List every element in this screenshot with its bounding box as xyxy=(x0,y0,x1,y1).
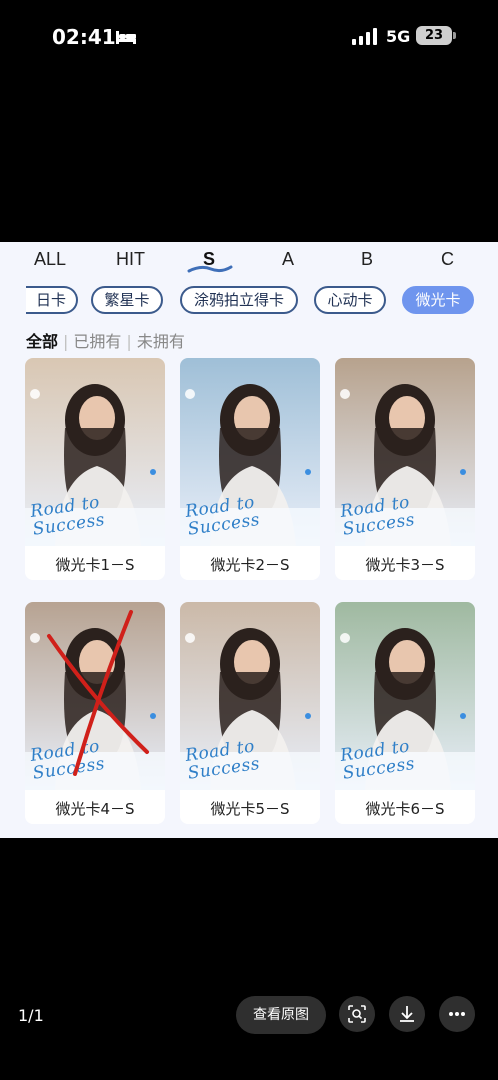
download-button[interactable] xyxy=(389,996,425,1032)
tab-a[interactable]: A xyxy=(282,249,294,270)
photo-card[interactable]: Road to Success 微光卡6－S xyxy=(335,602,475,824)
status-time: 02:41 xyxy=(52,25,116,49)
network-label: 5G xyxy=(386,27,411,46)
chip-birthday[interactable]: 日卡 xyxy=(26,286,78,314)
active-tab-indicator xyxy=(187,265,233,273)
tab-c[interactable]: C xyxy=(441,249,454,270)
chip-heartbeat[interactable]: 心动卡 xyxy=(314,286,386,314)
rarity-tabs: ALL HIT S A B C xyxy=(0,242,498,282)
photo-card[interactable]: Road to Success 微光卡3－S xyxy=(335,358,475,580)
card-photo: Road to Success xyxy=(180,602,320,790)
card-collection-panel: ALL HIT S A B C 日卡 繁星卡 涂鸦拍立得卡 心动卡 微光卡 全部… xyxy=(0,242,498,838)
card-label: 微光卡1－S xyxy=(55,556,135,574)
more-button[interactable] xyxy=(439,996,475,1032)
card-photo: Road to Success xyxy=(25,602,165,790)
lens-search-button[interactable] xyxy=(339,996,375,1032)
card-photo: Road to Success xyxy=(335,358,475,546)
image-counter: 1/1 xyxy=(18,1006,44,1025)
filter-owned[interactable]: 已拥有 xyxy=(73,328,121,352)
card-label: 微光卡2－S xyxy=(210,556,290,574)
chip-glimmer[interactable]: 微光卡 xyxy=(402,286,474,314)
ownership-filters: 全部 | 已拥有 | 未拥有 xyxy=(26,328,185,352)
card-photo: Road to Success xyxy=(25,358,165,546)
cross-out-mark xyxy=(47,610,149,776)
view-original-button[interactable]: 查看原图 xyxy=(236,996,326,1034)
photo-card[interactable]: Road to Success 微光卡2－S xyxy=(180,358,320,580)
card-label: 微光卡4－S xyxy=(55,800,135,818)
tab-all[interactable]: ALL xyxy=(34,249,66,270)
lens-search-icon xyxy=(348,1005,366,1023)
photo-card[interactable]: Road to Success 微光卡5－S xyxy=(180,602,320,824)
signal-icon xyxy=(352,28,377,45)
card-type-chips: 日卡 繁星卡 涂鸦拍立得卡 心动卡 微光卡 xyxy=(0,286,498,316)
card-label: 微光卡6－S xyxy=(365,800,445,818)
filter-not-owned[interactable]: 未拥有 xyxy=(137,328,185,352)
battery-tip xyxy=(453,32,456,39)
filter-all[interactable]: 全部 xyxy=(26,328,58,352)
status-bar: 02:41 5G 23 xyxy=(0,0,498,74)
tab-b[interactable]: B xyxy=(361,249,373,270)
download-icon xyxy=(400,1006,414,1022)
card-label: 微光卡5－S xyxy=(210,800,290,818)
card-photo: Road to Success xyxy=(180,358,320,546)
divider: | xyxy=(126,332,132,351)
card-label: 微光卡3－S xyxy=(365,556,445,574)
tab-hit[interactable]: HIT xyxy=(116,249,145,270)
photo-card[interactable]: Road to Success 微光卡4－S xyxy=(25,602,165,824)
photo-card[interactable]: Road to Success 微光卡1－S xyxy=(25,358,165,580)
card-photo: Road to Success xyxy=(335,602,475,790)
battery-indicator: 23 xyxy=(416,26,452,45)
bed-icon xyxy=(116,31,136,44)
chip-starry[interactable]: 繁星卡 xyxy=(91,286,163,314)
more-icon xyxy=(449,1012,465,1016)
chip-graffiti-polaroid[interactable]: 涂鸦拍立得卡 xyxy=(180,286,298,314)
divider: | xyxy=(63,332,69,351)
